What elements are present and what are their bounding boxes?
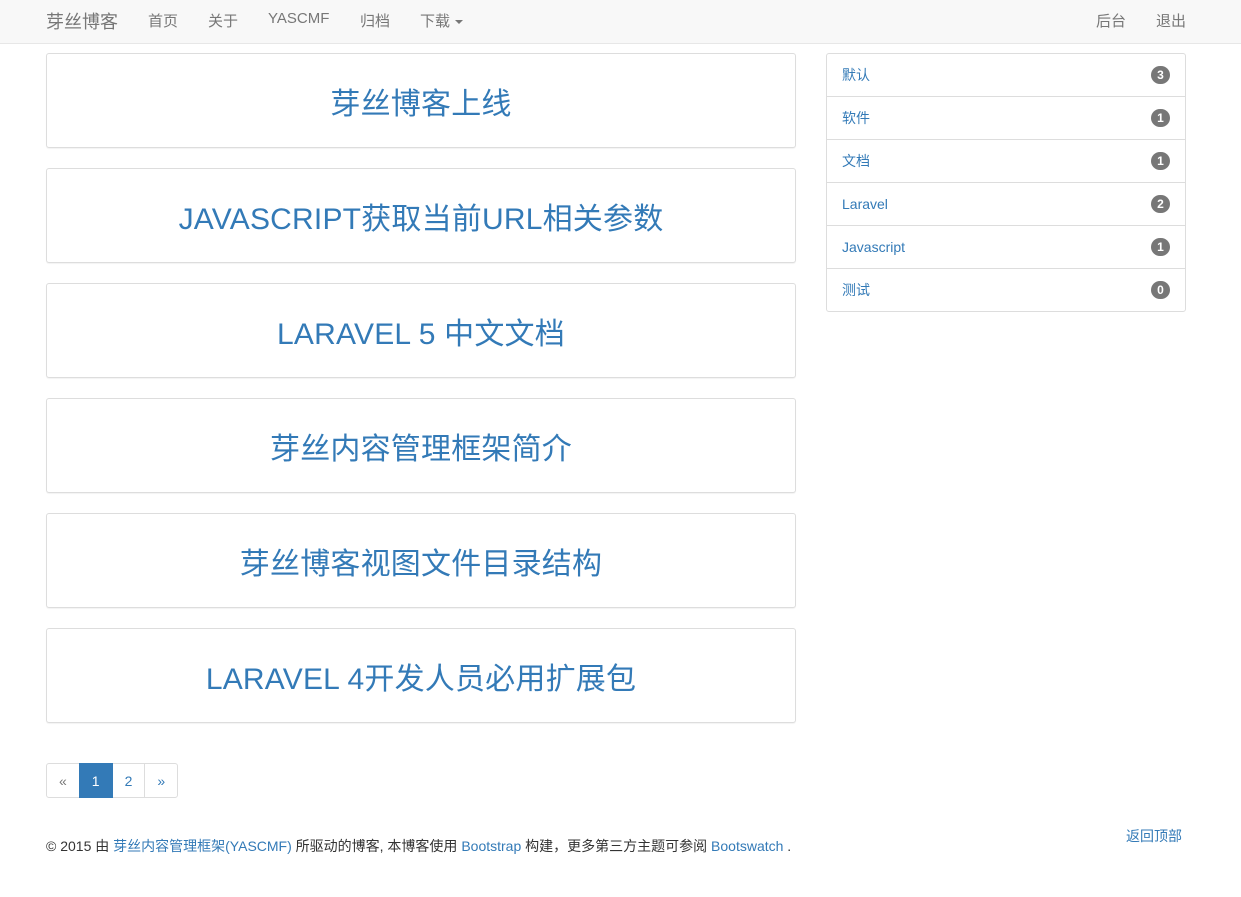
- category-item[interactable]: 文档 1: [827, 140, 1185, 183]
- footer-yascmf-link[interactable]: 芽丝内容管理框架(YASCMF): [113, 838, 292, 854]
- top-navbar: 芽丝博客 首页 关于 YASCMF 归档 下载 后台 退出: [0, 0, 1241, 44]
- category-count-badge: 1: [1151, 109, 1170, 127]
- category-item[interactable]: Javascript 1: [827, 226, 1185, 269]
- post-panel: 芽丝博客上线: [46, 53, 796, 148]
- post-panel: LARAVEL 5 中文文档: [46, 283, 796, 378]
- nav-download-label: 下载: [420, 13, 451, 30]
- brand-link[interactable]: 芽丝博客: [46, 8, 118, 34]
- post-list: 芽丝博客上线 JAVASCRIPT获取当前URL相关参数 LARAVEL 5 中…: [46, 53, 796, 743]
- page-2-button[interactable]: 2: [111, 763, 146, 798]
- nav-yascmf[interactable]: YASCMF: [268, 10, 329, 27]
- category-count-badge: 1: [1151, 238, 1170, 256]
- category-item[interactable]: 测试 0: [827, 269, 1185, 311]
- back-to-top-link[interactable]: 返回顶部: [1126, 826, 1182, 846]
- category-count-badge: 0: [1151, 281, 1170, 299]
- prev-page-button[interactable]: «: [46, 763, 80, 798]
- footer-suffix: .: [783, 838, 792, 854]
- post-panel: LARAVEL 4开发人员必用扩展包: [46, 628, 796, 723]
- next-page-button[interactable]: »: [144, 763, 179, 798]
- category-label[interactable]: 默认: [842, 65, 870, 85]
- category-count-badge: 1: [1151, 152, 1170, 170]
- post-title-link[interactable]: 芽丝博客上线: [330, 79, 511, 123]
- category-item[interactable]: 默认 3: [827, 54, 1185, 97]
- nav-archive[interactable]: 归档: [360, 10, 390, 31]
- post-panel: 芽丝博客视图文件目录结构: [46, 513, 796, 608]
- nav-about[interactable]: 关于: [208, 10, 238, 31]
- category-label[interactable]: 测试: [842, 280, 870, 300]
- category-count-badge: 3: [1151, 66, 1170, 84]
- post-title-link[interactable]: LARAVEL 4开发人员必用扩展包: [206, 654, 636, 698]
- post-panel: JAVASCRIPT获取当前URL相关参数: [46, 168, 796, 263]
- post-title-link[interactable]: LARAVEL 5 中文文档: [277, 309, 565, 353]
- footer-bootstrap-link[interactable]: Bootstrap: [461, 838, 521, 854]
- caret-down-icon: [455, 20, 464, 25]
- footer-text: © 2015 由 芽丝内容管理框架(YASCMF) 所驱动的博客, 本博客使用 …: [46, 836, 791, 856]
- nav-admin[interactable]: 后台: [1096, 10, 1126, 31]
- category-label[interactable]: 软件: [842, 108, 870, 128]
- post-title-link[interactable]: 芽丝内容管理框架简介: [270, 424, 572, 468]
- category-label[interactable]: Laravel: [842, 196, 888, 212]
- category-item[interactable]: 软件 1: [827, 97, 1185, 140]
- post-panel: 芽丝内容管理框架简介: [46, 398, 796, 493]
- footer-prefix: © 2015 由: [46, 838, 114, 854]
- nav-logout[interactable]: 退出: [1156, 10, 1186, 31]
- footer-bootswatch-link[interactable]: Bootswatch: [711, 838, 783, 854]
- footer-middle: 所驱动的博客, 本博客使用: [291, 838, 462, 854]
- pagination: « 1 2 »: [46, 763, 179, 798]
- nav-home[interactable]: 首页: [148, 10, 178, 31]
- post-title-link[interactable]: 芽丝博客视图文件目录结构: [240, 539, 602, 583]
- post-title-link[interactable]: JAVASCRIPT获取当前URL相关参数: [179, 194, 664, 238]
- nav-download-dropdown[interactable]: 下载: [420, 10, 464, 31]
- category-item[interactable]: Laravel 2: [827, 183, 1185, 226]
- category-count-badge: 2: [1151, 195, 1170, 213]
- category-label[interactable]: Javascript: [842, 239, 905, 255]
- page-1-button[interactable]: 1: [78, 763, 113, 798]
- footer-middle2: 构建，更多第三方主题可参阅: [521, 838, 712, 854]
- category-list: 默认 3 软件 1 文档 1 Laravel 2 Javascript 1 测试…: [826, 53, 1186, 312]
- category-label[interactable]: 文档: [842, 151, 870, 171]
